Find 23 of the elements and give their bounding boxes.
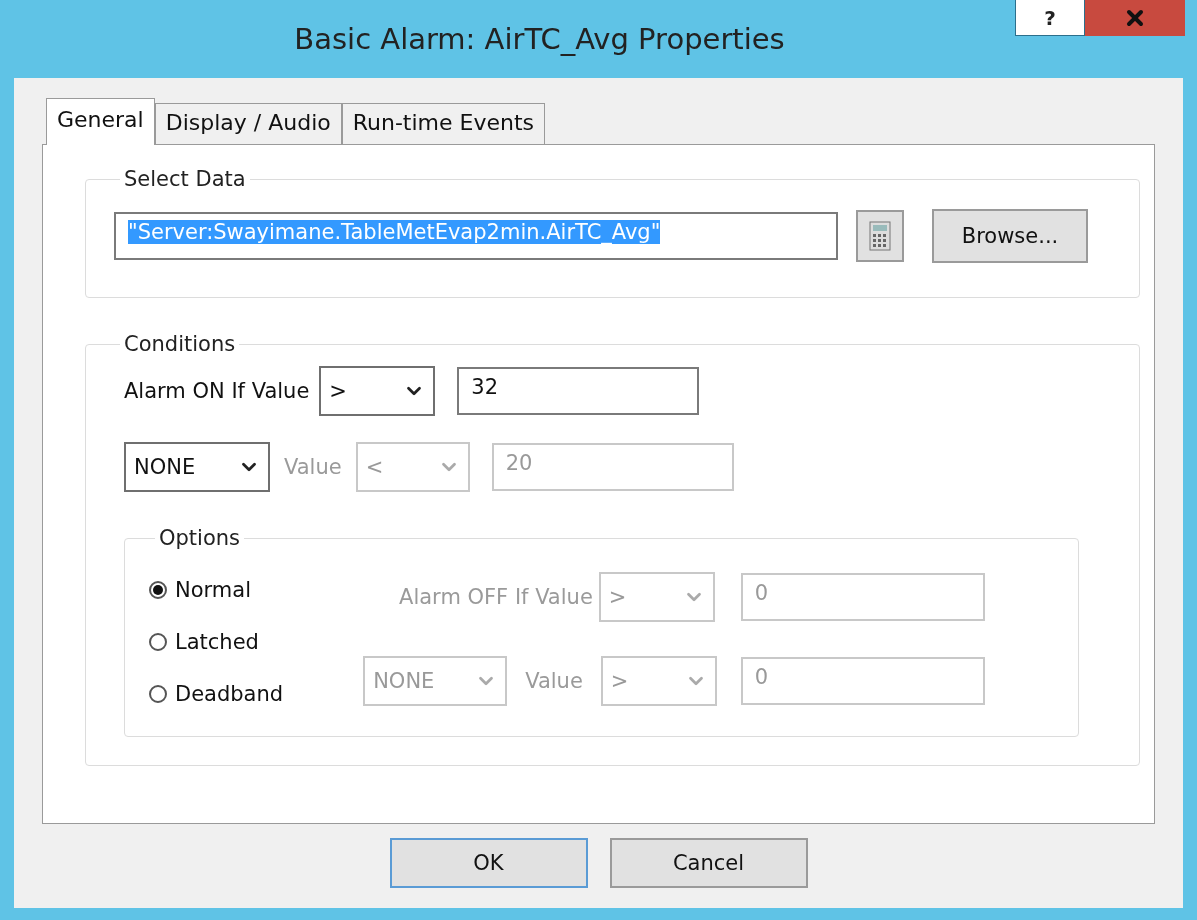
group-label: Options	[158, 526, 242, 550]
field-label: Alarm ON If Value	[124, 379, 310, 403]
field-label: Value	[525, 669, 583, 693]
dialog-button[interactable]: Cancel	[609, 838, 808, 888]
window-title: Basic Alarm: AirTC_Avg Properties	[293, 21, 786, 56]
radio-option[interactable]: Latched	[149, 630, 284, 654]
tab[interactable]: Run-time Events	[341, 103, 546, 144]
dropdown[interactable]: >	[319, 366, 436, 416]
input-field[interactable]: 32	[457, 367, 700, 415]
radio-option[interactable]: Normal	[149, 578, 284, 602]
group-label: Conditions	[123, 332, 237, 356]
field-label: Alarm OFF If Value	[399, 585, 593, 609]
tab[interactable]: Display / Audio	[154, 103, 342, 144]
field-label: Value	[284, 455, 342, 479]
help-button[interactable]: ?	[1015, 0, 1085, 36]
radio-option[interactable]: Deadband	[149, 682, 284, 706]
group-label: Select Data	[123, 167, 247, 191]
close-button[interactable]	[1085, 0, 1185, 36]
calculator-icon	[869, 221, 891, 251]
dialog-button[interactable]: OK	[389, 838, 588, 888]
tab[interactable]: General	[46, 98, 155, 145]
browse-button[interactable]: Browse...	[932, 209, 1088, 263]
calculator-button[interactable]	[856, 210, 904, 262]
